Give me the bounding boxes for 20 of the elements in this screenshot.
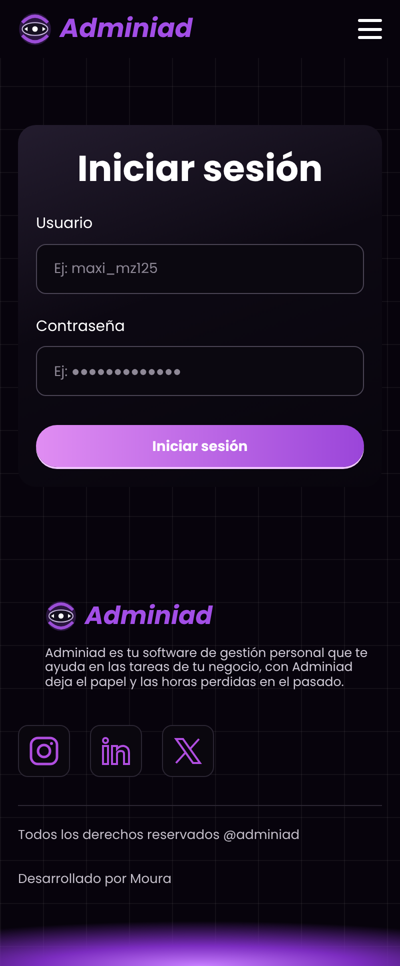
login-title: Iniciar sesión <box>76 147 324 191</box>
input-field[interactable]: Ej: maxi_mz125 <box>36 244 364 294</box>
social-link[interactable] <box>162 725 214 777</box>
brand-name: Adminiad <box>60 10 193 48</box>
field-label: Usuario <box>36 213 94 236</box>
field-label: Contraseña <box>36 316 126 338</box>
linkedin-icon <box>101 736 131 766</box>
eye-logo-icon <box>45 600 77 632</box>
social-link[interactable] <box>18 725 70 777</box>
social-link[interactable] <box>90 725 142 777</box>
copyright-text: Todos los derechos reservados @adminiad <box>17 825 301 844</box>
input-field[interactable]: Ej: ●●●●●●●●●●●●● <box>36 346 364 396</box>
camera-icon <box>29 736 59 766</box>
brand-name: Adminiad <box>85 597 212 634</box>
login-button[interactable]: Iniciar sesión <box>36 425 364 467</box>
eye-logo-icon <box>18 12 52 46</box>
menu-icon[interactable] <box>358 19 382 39</box>
footer-description: Adminiad es tu software de gestión personal que te ayuda en las tareas de tu negocio, con Adminiad deja el papel y las horas perdidas en el pasado. <box>44 646 369 690</box>
x-icon <box>173 736 203 766</box>
credit-text: Desarrollado por Moura <box>17 868 173 888</box>
